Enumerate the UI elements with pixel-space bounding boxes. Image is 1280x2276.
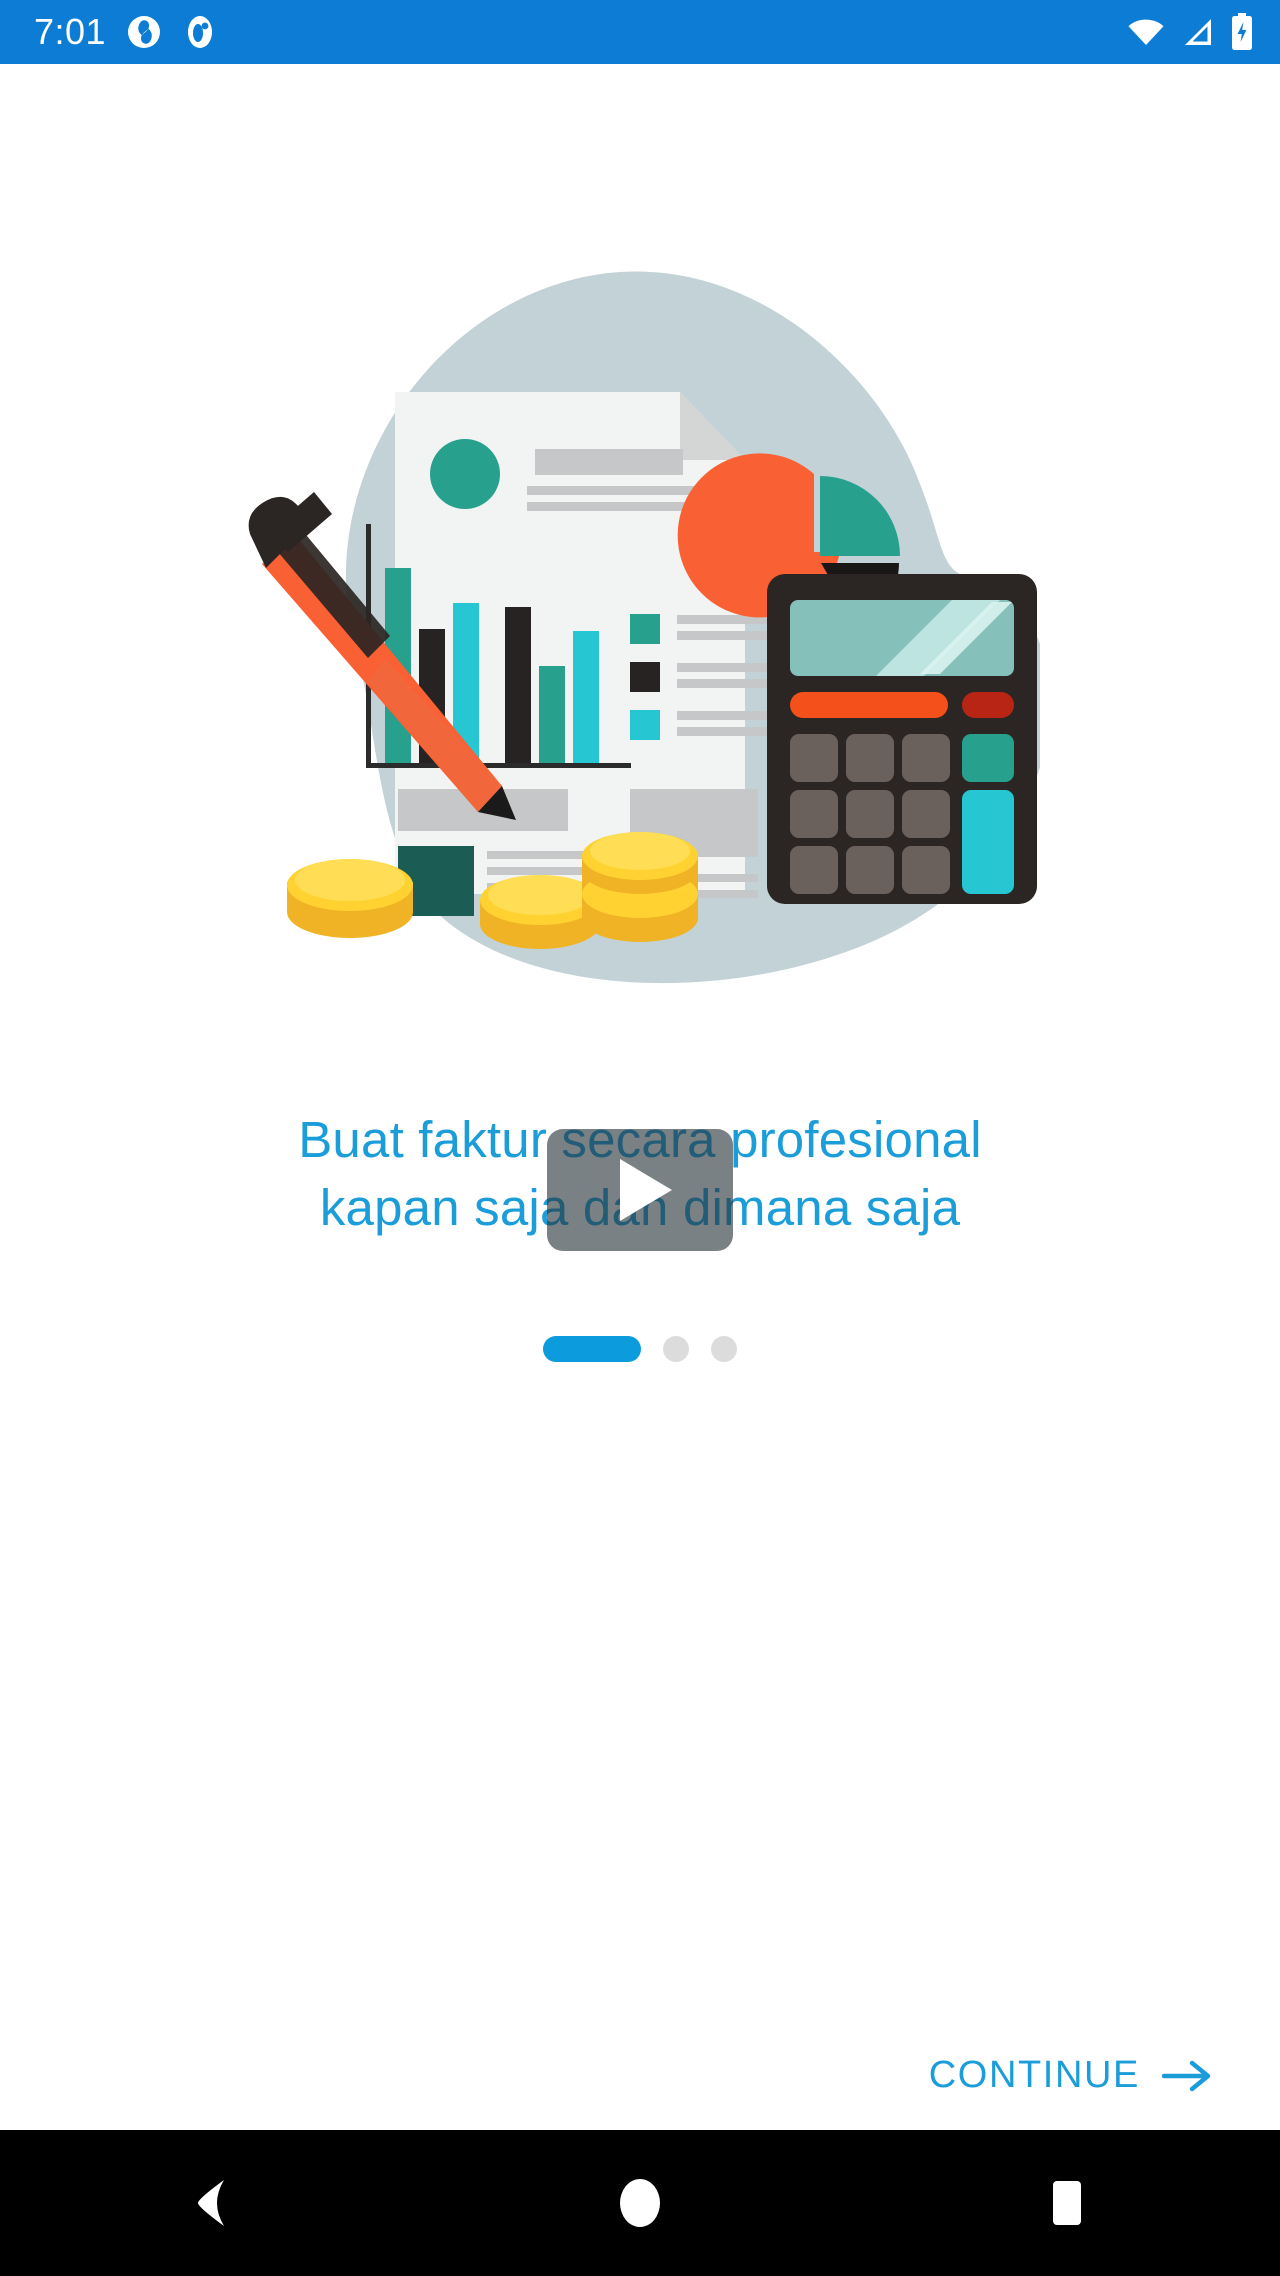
bar-5 xyxy=(539,666,565,763)
back-triangle-icon xyxy=(198,2180,225,2226)
legend-line xyxy=(677,727,773,736)
doc-header-line xyxy=(527,486,695,495)
page-dot-2[interactable] xyxy=(663,1336,689,1362)
sync-icon xyxy=(128,16,161,48)
doc-header-line xyxy=(527,502,695,511)
legend-swatch-3 xyxy=(630,710,660,740)
doc-header-line xyxy=(535,449,683,475)
legend-line xyxy=(677,679,773,688)
bar-6 xyxy=(573,631,599,763)
recents-square-icon xyxy=(1052,2181,1081,2225)
recents-button[interactable] xyxy=(987,2130,1147,2276)
onboarding-content: Buat faktur secara profesional kapan saj… xyxy=(0,64,1280,2130)
home-circle-icon xyxy=(619,2179,660,2227)
legend-line xyxy=(677,663,773,672)
legend-swatch-2 xyxy=(630,662,660,692)
app-badge-icon xyxy=(188,16,213,48)
status-bar: 7:01 xyxy=(0,0,1280,64)
play-icon xyxy=(620,1159,672,1221)
bar-4 xyxy=(505,607,531,763)
back-button[interactable] xyxy=(133,2130,293,2276)
calculator-icon xyxy=(767,574,1037,904)
chart-x-axis xyxy=(366,763,631,768)
wifi-icon xyxy=(1128,19,1164,45)
legend-swatch-1 xyxy=(630,614,660,644)
status-bar-right xyxy=(1126,13,1254,51)
status-clock: 7:01 xyxy=(34,11,107,52)
document-avatar-circle xyxy=(430,439,500,509)
battery-charging-icon xyxy=(1232,13,1252,50)
legend-line xyxy=(677,711,773,720)
status-bar-left: 7:01 xyxy=(34,14,218,50)
continue-button-label: CONTINUE xyxy=(928,2054,1140,2096)
arrow-right-icon xyxy=(1162,2060,1211,2091)
page-dot-3[interactable] xyxy=(711,1336,737,1362)
home-button[interactable] xyxy=(560,2130,720,2276)
illustration-container xyxy=(0,234,1280,1034)
legend-line xyxy=(677,631,773,640)
page-dot-1[interactable] xyxy=(543,1336,641,1362)
app-screen: 7:01 Buat faktur profesional kapan saja … xyxy=(0,0,1280,2276)
invoice-finance-illustration xyxy=(248,271,1040,984)
continue-button[interactable]: CONTINUE xyxy=(921,2042,1222,2109)
coin-stack-left xyxy=(287,859,413,938)
cellular-signal-icon xyxy=(1185,19,1211,45)
page-indicator[interactable] xyxy=(0,1336,1280,1362)
video-play-overlay[interactable] xyxy=(547,1129,733,1251)
system-navigation-bar xyxy=(0,2130,1280,2276)
coin-stack-right xyxy=(582,832,698,942)
